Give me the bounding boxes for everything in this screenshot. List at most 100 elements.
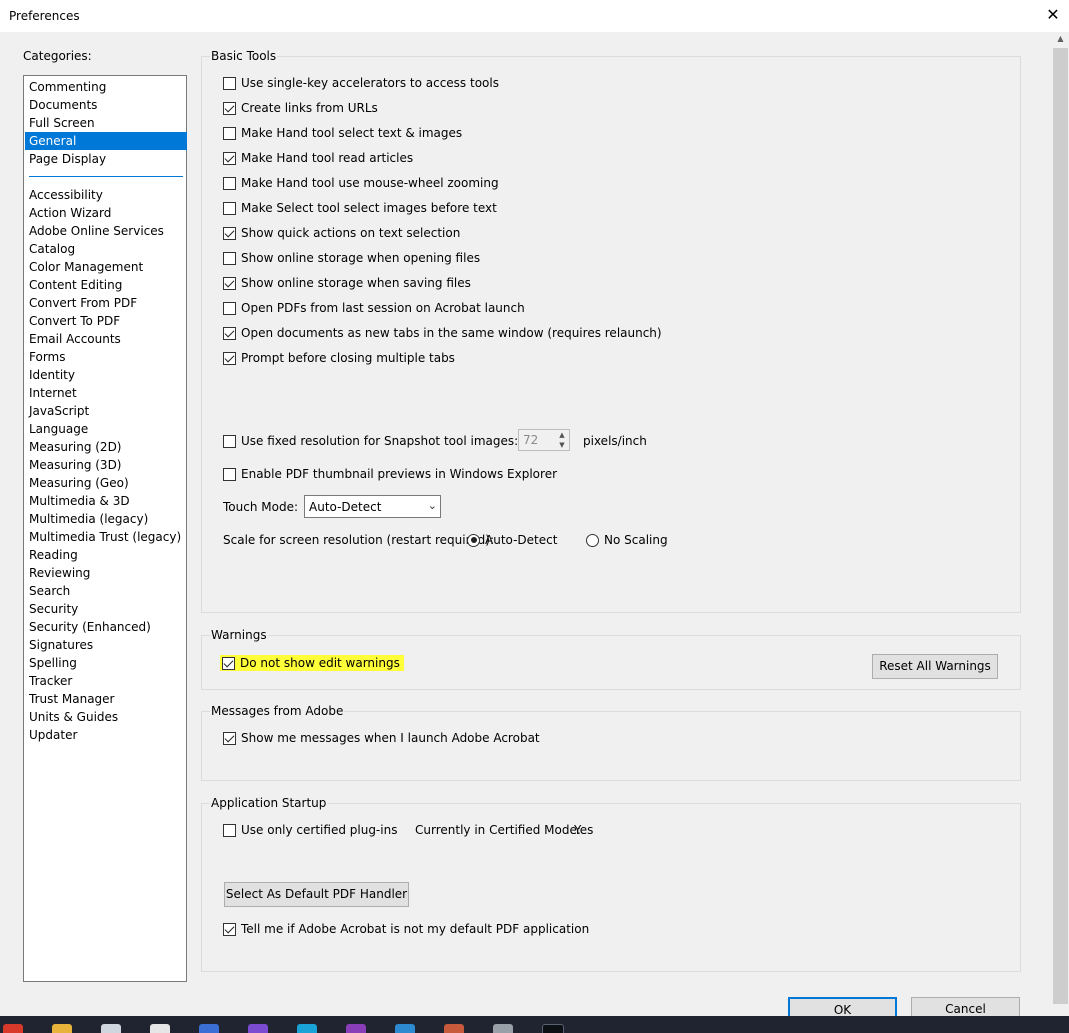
checkbox[interactable] bbox=[223, 101, 236, 115]
category-tracker[interactable]: Tracker bbox=[25, 672, 187, 690]
category-content-editing[interactable]: Content Editing bbox=[25, 276, 187, 294]
option-snapshot-resolution[interactable]: Use fixed resolution for Snapshot tool i… bbox=[223, 434, 518, 448]
category-commenting[interactable]: Commenting bbox=[25, 78, 187, 96]
category-spelling[interactable]: Spelling bbox=[25, 654, 187, 672]
category-multimedia-3d[interactable]: Multimedia & 3D bbox=[25, 492, 187, 510]
category-catalog[interactable]: Catalog bbox=[25, 240, 187, 258]
scroll-up-icon[interactable]: ▲ bbox=[1052, 32, 1069, 46]
category-forms[interactable]: Forms bbox=[25, 348, 187, 366]
checkbox[interactable] bbox=[223, 434, 236, 448]
category-accessibility[interactable]: Accessibility bbox=[25, 186, 187, 204]
visual-studio-icon[interactable] bbox=[248, 1024, 268, 1033]
option-hand-select-text[interactable]: Make Hand tool select text & images bbox=[223, 126, 462, 140]
checkbox[interactable] bbox=[223, 201, 236, 215]
radio-button[interactable] bbox=[467, 533, 480, 547]
onenote-icon[interactable] bbox=[346, 1024, 366, 1033]
category-convert-to-pdf[interactable]: Convert To PDF bbox=[25, 312, 187, 330]
option-storage-opening[interactable]: Show online storage when opening files bbox=[223, 251, 480, 265]
paint-icon[interactable] bbox=[150, 1024, 170, 1033]
browser-icon[interactable] bbox=[3, 1024, 23, 1033]
category-action-wizard[interactable]: Action Wizard bbox=[25, 204, 187, 222]
reset-all-warnings-button[interactable]: Reset All Warnings bbox=[872, 654, 998, 679]
category-measuring-3d[interactable]: Measuring (3D) bbox=[25, 456, 187, 474]
terminal-icon[interactable] bbox=[542, 1024, 564, 1033]
option-no-edit-warnings[interactable]: Do not show edit warnings bbox=[220, 655, 404, 671]
checkbox[interactable] bbox=[223, 301, 236, 315]
select-default-pdf-handler-button[interactable]: Select As Default PDF Handler bbox=[224, 882, 409, 907]
category-general[interactable]: General bbox=[25, 132, 187, 150]
category-internet[interactable]: Internet bbox=[25, 384, 187, 402]
touch-mode-select[interactable]: Auto-Detect ⌄ bbox=[304, 495, 441, 518]
category-documents[interactable]: Documents bbox=[25, 96, 187, 114]
radio-auto-detect[interactable]: Auto-Detect bbox=[467, 533, 557, 547]
option-last-session[interactable]: Open PDFs from last session on Acrobat l… bbox=[223, 301, 525, 315]
option-select-images[interactable]: Make Select tool select images before te… bbox=[223, 201, 497, 215]
window-icon[interactable] bbox=[493, 1024, 513, 1033]
category-signatures[interactable]: Signatures bbox=[25, 636, 187, 654]
option-create-links[interactable]: Create links from URLs bbox=[223, 101, 378, 115]
category-color-management[interactable]: Color Management bbox=[25, 258, 187, 276]
checkbox[interactable] bbox=[223, 251, 236, 265]
category-adobe-online-services[interactable]: Adobe Online Services bbox=[25, 222, 187, 240]
scrollbar[interactable]: ▲ bbox=[1052, 32, 1069, 1006]
notepad-icon[interactable] bbox=[101, 1024, 121, 1033]
checkbox[interactable] bbox=[223, 76, 236, 90]
category-convert-from-pdf[interactable]: Convert From PDF bbox=[25, 294, 187, 312]
checkbox[interactable] bbox=[223, 276, 236, 290]
category-measuring-2d[interactable]: Measuring (2D) bbox=[25, 438, 187, 456]
checkbox[interactable] bbox=[223, 823, 236, 837]
category-reviewing[interactable]: Reviewing bbox=[25, 564, 187, 582]
close-icon[interactable]: ✕ bbox=[1044, 6, 1062, 24]
category-security[interactable]: Security bbox=[25, 600, 187, 618]
checkbox[interactable] bbox=[223, 151, 236, 165]
option-quick-actions[interactable]: Show quick actions on text selection bbox=[223, 226, 460, 240]
option-hand-mouse-wheel[interactable]: Make Hand tool use mouse-wheel zooming bbox=[223, 176, 499, 190]
spin-down-icon[interactable]: ▼ bbox=[555, 440, 569, 450]
category-measuring-geo[interactable]: Measuring (Geo) bbox=[25, 474, 187, 492]
option-hand-read-articles[interactable]: Make Hand tool read articles bbox=[223, 151, 413, 165]
option-prompt-closing-tabs[interactable]: Prompt before closing multiple tabs bbox=[223, 351, 455, 365]
spin-up-icon[interactable]: ▲ bbox=[555, 430, 569, 440]
checkbox[interactable] bbox=[223, 226, 236, 240]
checkbox[interactable] bbox=[223, 176, 236, 190]
taskbar bbox=[0, 1016, 1069, 1033]
category-email-accounts[interactable]: Email Accounts bbox=[25, 330, 187, 348]
category-multimedia-trust-legacy[interactable]: Multimedia Trust (legacy) bbox=[25, 528, 187, 546]
category-reading[interactable]: Reading bbox=[25, 546, 187, 564]
category-search[interactable]: Search bbox=[25, 582, 187, 600]
categories-list[interactable]: Commenting Documents Full Screen General… bbox=[23, 75, 187, 982]
category-multimedia-legacy[interactable]: Multimedia (legacy) bbox=[25, 510, 187, 528]
category-javascript[interactable]: JavaScript bbox=[25, 402, 187, 420]
radio-no-scaling[interactable]: No Scaling bbox=[586, 533, 668, 547]
checkbox[interactable] bbox=[223, 351, 236, 365]
edge-icon[interactable] bbox=[297, 1024, 317, 1033]
paint-3d-icon[interactable] bbox=[444, 1024, 464, 1033]
category-trust-manager[interactable]: Trust Manager bbox=[25, 690, 187, 708]
app-icon[interactable] bbox=[199, 1024, 219, 1033]
option-thumbnail-previews[interactable]: Enable PDF thumbnail previews in Windows… bbox=[223, 467, 557, 481]
category-updater[interactable]: Updater bbox=[25, 726, 187, 744]
category-language[interactable]: Language bbox=[25, 420, 187, 438]
scroll-thumb[interactable] bbox=[1053, 48, 1068, 1004]
option-single-key-accelerators[interactable]: Use single-key accelerators to access to… bbox=[223, 76, 499, 90]
checkbox[interactable] bbox=[223, 467, 236, 481]
outlook-icon[interactable] bbox=[395, 1024, 415, 1033]
option-show-messages[interactable]: Show me messages when I launch Adobe Acr… bbox=[223, 731, 540, 745]
category-full-screen[interactable]: Full Screen bbox=[25, 114, 187, 132]
checkbox[interactable] bbox=[222, 656, 235, 670]
category-page-display[interactable]: Page Display bbox=[25, 150, 187, 168]
folder-icon[interactable] bbox=[52, 1024, 72, 1033]
checkbox[interactable] bbox=[223, 731, 236, 745]
checkbox[interactable] bbox=[223, 126, 236, 140]
option-tell-me-default[interactable]: Tell me if Adobe Acrobat is not my defau… bbox=[223, 922, 589, 936]
option-certified-plugins[interactable]: Use only certified plug-ins bbox=[223, 823, 397, 837]
option-new-tabs[interactable]: Open documents as new tabs in the same w… bbox=[223, 326, 662, 340]
category-units-guides[interactable]: Units & Guides bbox=[25, 708, 187, 726]
checkbox[interactable] bbox=[223, 922, 236, 936]
category-identity[interactable]: Identity bbox=[25, 366, 187, 384]
radio-button[interactable] bbox=[586, 533, 599, 547]
category-security-enhanced[interactable]: Security (Enhanced) bbox=[25, 618, 187, 636]
option-storage-saving[interactable]: Show online storage when saving files bbox=[223, 276, 471, 290]
checkbox[interactable] bbox=[223, 326, 236, 340]
snapshot-resolution-input[interactable]: 72 ▲ ▼ bbox=[518, 429, 570, 451]
